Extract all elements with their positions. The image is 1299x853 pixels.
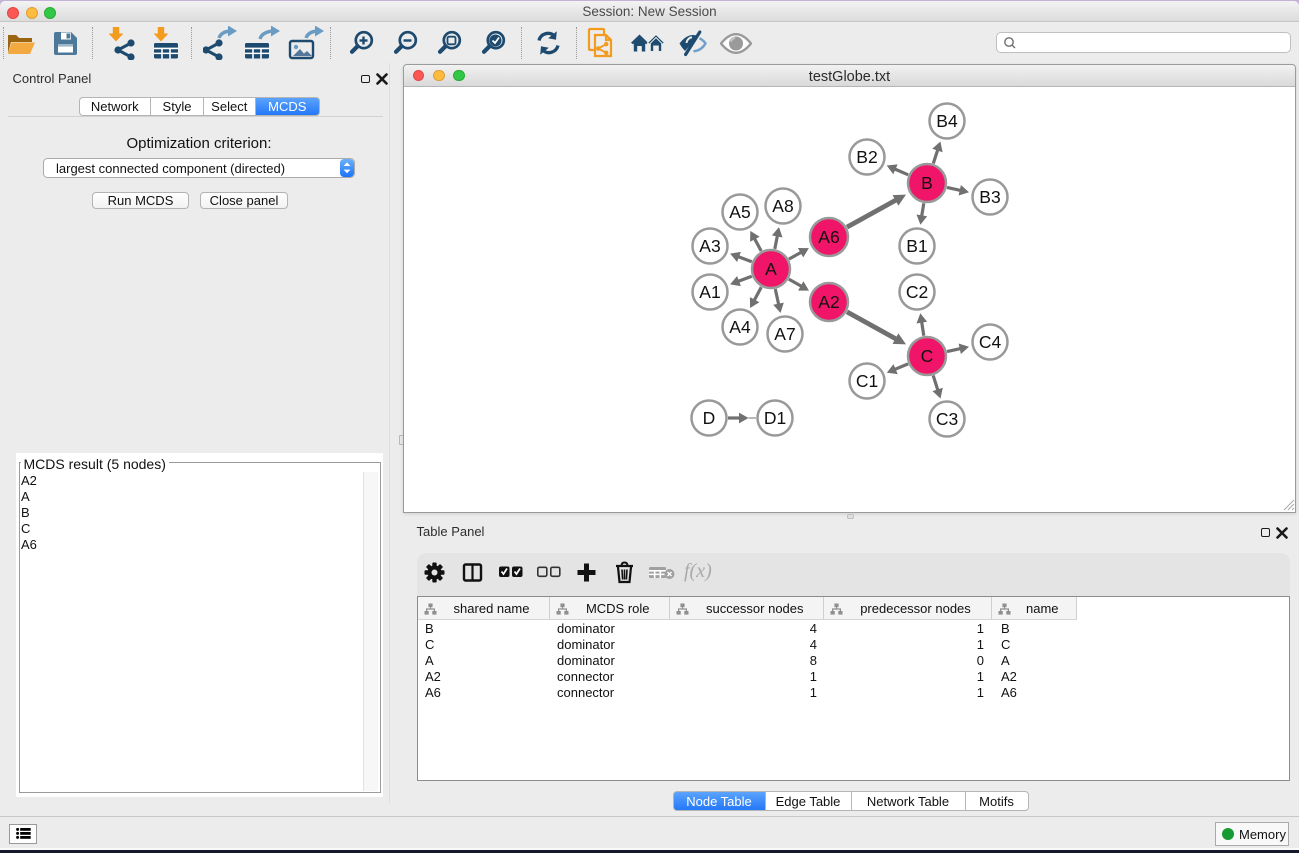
svg-text:B2: B2 xyxy=(856,147,877,167)
svg-text:A8: A8 xyxy=(772,196,793,216)
svg-text:A1: A1 xyxy=(699,282,720,302)
svg-text:C3: C3 xyxy=(936,409,958,429)
svg-text:A5: A5 xyxy=(729,202,750,222)
svg-text:C: C xyxy=(921,346,934,366)
svg-text:A2: A2 xyxy=(818,292,839,312)
svg-text:D1: D1 xyxy=(764,408,786,428)
svg-text:D: D xyxy=(703,408,716,428)
svg-text:C4: C4 xyxy=(979,332,1002,352)
svg-text:A: A xyxy=(765,259,777,279)
svg-text:A7: A7 xyxy=(774,324,795,344)
svg-text:C1: C1 xyxy=(856,371,878,391)
svg-text:B1: B1 xyxy=(906,236,927,256)
svg-text:A3: A3 xyxy=(699,236,720,256)
svg-text:B3: B3 xyxy=(979,187,1000,207)
svg-text:B4: B4 xyxy=(936,111,958,131)
svg-text:A4: A4 xyxy=(729,317,751,337)
svg-text:A6: A6 xyxy=(818,227,839,247)
svg-text:B: B xyxy=(921,173,933,193)
svg-text:C2: C2 xyxy=(906,282,928,302)
